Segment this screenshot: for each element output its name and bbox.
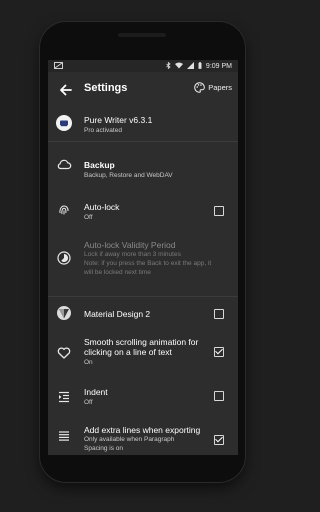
material-design-checkbox[interactable] <box>214 309 224 319</box>
format-indent-icon <box>56 389 72 405</box>
auto-lock-title: Auto-lock <box>84 202 120 212</box>
divider <box>48 141 238 142</box>
papers-button[interactable]: Papers <box>194 82 232 93</box>
page-title: Settings <box>84 82 128 94</box>
fingerprint-icon <box>56 202 72 218</box>
settings-item-extra-lines[interactable]: Add extra lines when exporting Only avai… <box>48 418 238 455</box>
smooth-scrolling-subtitle: On <box>84 359 93 366</box>
heart-outline-icon <box>56 345 72 361</box>
indent-subtitle: Off <box>84 399 93 406</box>
auto-lock-checkbox[interactable] <box>214 206 224 216</box>
extra-lines-line2: Spacing is on <box>84 445 124 452</box>
extra-lines-title: Add extra lines when exporting <box>84 425 201 435</box>
signal-icon <box>186 62 194 71</box>
auto-lock-period-title: Auto-lock Validity Period <box>84 240 176 250</box>
settings-item-indent[interactable]: Indent Off <box>48 382 238 414</box>
auto-lock-period-line2: Note: if you press the Back to exit the … <box>84 260 212 267</box>
app-screen: 9:09 PM Settings Papers Pure Writer v6.3… <box>48 60 238 455</box>
extra-lines-checkbox[interactable] <box>214 435 224 445</box>
extra-lines-line1: Only available when Paragraph <box>84 436 175 443</box>
phone-speaker <box>118 33 166 37</box>
cloud-icon <box>56 156 72 172</box>
settings-item-backup[interactable]: Backup Backup, Restore and WebDAV <box>48 148 238 188</box>
timelapse-icon <box>56 250 72 266</box>
settings-item-auto-lock-period[interactable]: Auto-lock Validity Period Lock if away m… <box>48 238 238 288</box>
backup-subtitle: Backup, Restore and WebDAV <box>84 172 173 179</box>
divider <box>48 296 238 297</box>
version-title: Pure Writer v6.3.1 <box>84 115 153 125</box>
backup-title: Backup <box>84 160 115 170</box>
back-button[interactable] <box>56 80 76 100</box>
settings-item-material-design[interactable]: Material Design 2 <box>48 300 238 328</box>
settings-item-auto-lock[interactable]: Auto-lock Off <box>48 194 238 234</box>
bluetooth-icon <box>166 61 171 71</box>
wifi-icon <box>174 62 183 71</box>
smooth-scrolling-line2: clicking on a line of text <box>84 347 172 357</box>
settings-item-smooth-scrolling[interactable]: Smooth scrolling animation for clicking … <box>48 334 238 374</box>
battery-icon <box>198 62 202 71</box>
status-icons: 9:09 PM <box>166 61 232 71</box>
papers-label: Papers <box>208 83 232 92</box>
material-design-title: Material Design 2 <box>84 309 151 319</box>
status-bar: 9:09 PM <box>48 60 238 72</box>
format-lines-icon <box>56 428 72 444</box>
indent-title: Indent <box>84 387 108 397</box>
auto-lock-period-line3: will be locked next time <box>84 269 151 276</box>
app-bar: Settings Papers <box>48 72 238 108</box>
indent-checkbox[interactable] <box>214 391 224 401</box>
status-time: 9:09 PM <box>205 63 232 70</box>
auto-lock-period-line1: Lock if away more than 3 minutes <box>84 251 181 258</box>
notification-icon <box>54 62 63 71</box>
auto-lock-subtitle: Off <box>84 214 93 221</box>
settings-item-version[interactable]: Pure Writer v6.3.1 Pro activated <box>48 108 238 150</box>
version-subtitle: Pro activated <box>84 127 122 134</box>
app-logo-icon <box>56 115 72 131</box>
material-design-icon <box>56 305 72 321</box>
smooth-scrolling-line1: Smooth scrolling animation for <box>84 337 199 347</box>
arrow-back-icon <box>60 84 72 96</box>
palette-icon <box>194 82 206 93</box>
smooth-scrolling-checkbox[interactable] <box>214 347 224 357</box>
